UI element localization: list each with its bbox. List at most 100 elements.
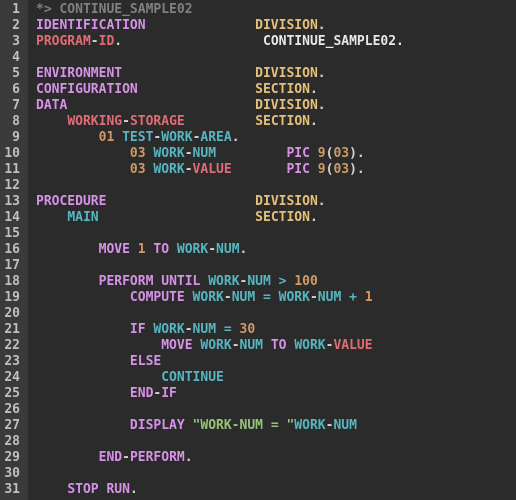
code-token: STOP xyxy=(67,482,98,497)
code-token: CONTINUE xyxy=(161,370,224,385)
code-token: . xyxy=(310,114,318,129)
line-number: 31 xyxy=(4,482,20,498)
line-number: 26 xyxy=(4,402,20,418)
code-token xyxy=(185,418,193,433)
code-line[interactable]: 01 TEST-WORK-AREA. xyxy=(36,130,516,146)
line-number: 10 xyxy=(4,146,20,162)
code-token xyxy=(263,338,271,353)
code-line[interactable]: ENVIRONMENT DIVISION. xyxy=(36,66,516,82)
code-line[interactable]: END-IF xyxy=(36,386,516,402)
code-line[interactable] xyxy=(36,226,516,242)
line-number: 14 xyxy=(4,210,20,226)
code-line[interactable]: WORKING-STORAGE SECTION. xyxy=(36,114,516,130)
code-line[interactable]: 03 WORK-NUM PIC 9(03). xyxy=(36,146,516,162)
code-line[interactable] xyxy=(36,178,516,194)
code-line[interactable]: IF WORK-NUM = 30 xyxy=(36,322,516,338)
code-line[interactable]: CONTINUE xyxy=(36,370,516,386)
line-number: 29 xyxy=(4,450,20,466)
code-token: - xyxy=(232,338,240,353)
code-token: WORK xyxy=(294,418,325,433)
code-line[interactable]: COMPUTE WORK-NUM = WORK-NUM + 1 xyxy=(36,290,516,306)
code-line[interactable] xyxy=(36,434,516,450)
code-line[interactable]: END-PERFORM. xyxy=(36,450,516,466)
code-token: MOVE xyxy=(161,338,192,353)
code-token: WORK xyxy=(279,290,310,305)
code-token: = xyxy=(263,290,271,305)
code-token: WORK xyxy=(161,130,192,145)
code-token xyxy=(357,290,365,305)
code-line[interactable]: PROCEDURE DIVISION. xyxy=(36,194,516,210)
code-line[interactable] xyxy=(36,466,516,482)
code-line[interactable]: MAIN SECTION. xyxy=(36,210,516,226)
code-line[interactable]: DISPLAY "WORK-NUM = "WORK-NUM xyxy=(36,418,516,434)
code-token: DIVISION xyxy=(255,66,318,81)
code-token xyxy=(36,450,99,465)
line-number: 12 xyxy=(4,178,20,194)
code-line[interactable]: DATA DIVISION. xyxy=(36,98,516,114)
code-line[interactable]: STOP RUN. xyxy=(36,482,516,498)
code-token: . xyxy=(310,82,318,97)
code-token: 01 xyxy=(99,130,115,145)
code-token: MAIN xyxy=(67,210,98,225)
code-token: CONTINUE_SAMPLE02. xyxy=(263,34,404,49)
code-token xyxy=(36,354,130,369)
code-line[interactable]: ELSE xyxy=(36,354,516,370)
code-token xyxy=(36,386,130,401)
code-token xyxy=(271,274,279,289)
code-token: 100 xyxy=(294,274,317,289)
line-number: 27 xyxy=(4,418,20,434)
code-line[interactable] xyxy=(36,50,516,66)
code-line[interactable]: 03 WORK-VALUE PIC 9(03). xyxy=(36,162,516,178)
code-token xyxy=(36,418,130,433)
code-token: . xyxy=(318,66,326,81)
code-line[interactable] xyxy=(36,258,516,274)
code-line[interactable]: *> CONTINUE_SAMPLE02 xyxy=(36,2,516,18)
code-line[interactable] xyxy=(36,402,516,418)
code-editor[interactable]: 1234567891011121314151617181920212223242… xyxy=(0,0,516,500)
line-number: 3 xyxy=(4,34,20,50)
code-token: DATA xyxy=(36,98,67,113)
code-token: = xyxy=(224,322,232,337)
line-number: 20 xyxy=(4,306,20,322)
line-number: 17 xyxy=(4,258,20,274)
code-token xyxy=(36,274,99,289)
code-token xyxy=(185,290,193,305)
code-token: TO xyxy=(153,242,169,257)
code-token xyxy=(122,66,255,81)
code-token: . xyxy=(232,130,240,145)
code-line[interactable]: IDENTIFICATION DIVISION. xyxy=(36,18,516,34)
code-token: + xyxy=(349,290,357,305)
code-area[interactable]: *> CONTINUE_SAMPLE02IDENTIFICATION DIVIS… xyxy=(28,0,516,500)
code-token: SECTION xyxy=(255,114,310,129)
code-line[interactable]: PERFORM UNTIL WORK-NUM > 100 xyxy=(36,274,516,290)
code-token: . xyxy=(185,450,193,465)
code-line[interactable]: CONFIGURATION SECTION. xyxy=(36,82,516,98)
code-token: WORK xyxy=(153,162,184,177)
code-line[interactable]: MOVE WORK-NUM TO WORK-VALUE xyxy=(36,338,516,354)
code-token: PROCEDURE xyxy=(36,194,106,209)
code-token xyxy=(36,290,130,305)
code-token: 9 xyxy=(318,162,326,177)
code-token: . xyxy=(310,210,318,225)
code-token xyxy=(36,130,99,145)
code-token xyxy=(36,146,130,161)
line-number-gutter: 1234567891011121314151617181920212223242… xyxy=(0,0,28,500)
code-token: 03 xyxy=(333,146,349,161)
code-token xyxy=(36,210,67,225)
code-line[interactable]: PROGRAM-ID. CONTINUE_SAMPLE02. xyxy=(36,34,516,50)
line-number: 4 xyxy=(4,50,20,66)
code-token: NUM xyxy=(240,338,263,353)
code-token: TO xyxy=(271,338,287,353)
code-token: ID xyxy=(99,34,115,49)
code-token: ELSE xyxy=(130,354,161,369)
code-token: DIVISION xyxy=(255,18,318,33)
code-token xyxy=(341,290,349,305)
code-token: PERFORM xyxy=(99,274,154,289)
code-line[interactable]: MOVE 1 TO WORK-NUM. xyxy=(36,242,516,258)
code-token xyxy=(36,162,130,177)
code-token xyxy=(36,242,99,257)
code-line[interactable] xyxy=(36,306,516,322)
code-token xyxy=(232,322,240,337)
code-token: 1 xyxy=(138,242,146,257)
code-token: DIVISION xyxy=(255,194,318,209)
